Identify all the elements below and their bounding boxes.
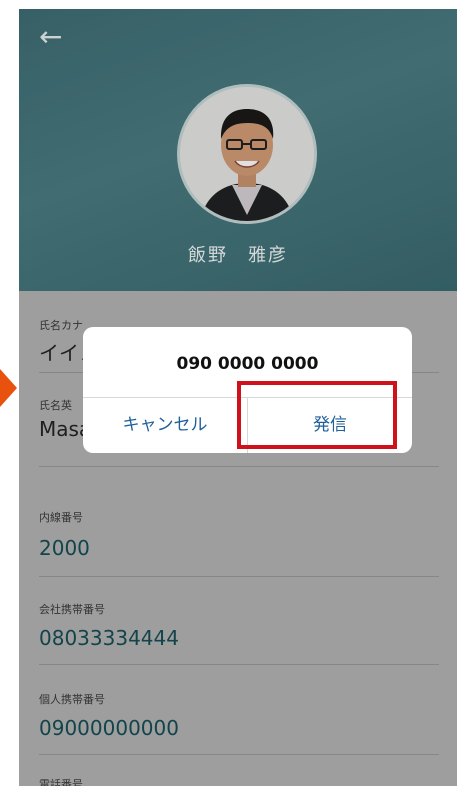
- dialog-phone-number: 090 0000 0000: [176, 354, 319, 374]
- phone-screen: ← 飯野 雅彦 氏名カナ イイノ 氏名英 Masa 内線番号 2000 会社携帯…: [19, 9, 457, 786]
- pointer-arrow-icon: [0, 369, 17, 407]
- profile-header: ← 飯野 雅彦: [19, 9, 457, 291]
- header-overlay: [19, 9, 457, 291]
- call-dialog: 090 0000 0000 キャンセル 発信: [83, 327, 412, 453]
- cancel-button[interactable]: キャンセル: [83, 397, 247, 453]
- call-button[interactable]: 発信: [248, 397, 412, 453]
